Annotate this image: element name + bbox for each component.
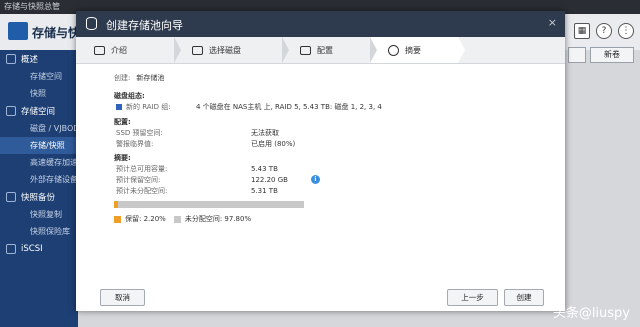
app-logo-icon (8, 22, 28, 40)
est-unallocated-row: 预计未分配空间: 5.31 TB (114, 186, 534, 197)
dialog-title: 创建存储池向导 (106, 19, 183, 32)
sidebar-item-snapshot-vault[interactable]: 快照保险库 (0, 223, 78, 240)
prev-button[interactable]: 上一步 (447, 289, 498, 306)
raid-group-label: 新的 RAID 组: (126, 103, 171, 111)
dialog-header: 创建存储池向导 × (76, 11, 565, 37)
sidebar-section-label: 概述 (21, 55, 39, 65)
step-label: 介绍 (111, 45, 127, 55)
step-intro: 介绍 (76, 37, 181, 63)
est-unallocated-label: 预计未分配空间: (116, 187, 168, 195)
header-icons: ▦ ? ⋮ (574, 23, 634, 39)
est-reserved-value: 122.20 GB (251, 176, 288, 184)
reserved-swatch (114, 215, 121, 223)
more-icon[interactable]: ⋮ (618, 23, 634, 39)
snapshot-icon (6, 192, 16, 202)
storage-icon (6, 106, 16, 116)
disk-icon (192, 45, 203, 55)
alert-value: 已启用 (80%) (251, 140, 296, 148)
sidebar-section-label: 存储空间 (21, 107, 56, 117)
est-reserved-label: 预计保留空间: (116, 176, 161, 184)
new-volume-button[interactable]: 新卷 (590, 47, 634, 63)
sidebar-item-external[interactable]: 外部存储设备 (0, 171, 78, 188)
sidebar-section-label: 快照备份 (21, 193, 56, 203)
sidebar-section-snapshot-backup[interactable]: 快照备份 (0, 188, 78, 206)
create-label: 创建: (114, 74, 131, 82)
storage-pool-icon (86, 17, 97, 30)
est-capacity-row: 预计总可用容量: 5.43 TB (114, 164, 534, 175)
est-capacity-value: 5.43 TB (251, 165, 278, 173)
unallocated-swatch (173, 215, 181, 223)
create-row: 创建: 新存储池 (114, 73, 534, 84)
config-header: 配置: (114, 118, 131, 126)
ssd-row: SSD 预留空间: 无法获取 (114, 128, 534, 139)
step-label: 选择磁盘 (209, 45, 241, 55)
sidebar-section-label: iSCSI (21, 244, 43, 254)
alert-row: 警报临界值: 已启用 (80%) (114, 139, 534, 150)
intro-icon (94, 45, 105, 55)
sidebar-item-disks[interactable]: 磁盘 / VJBOD (0, 120, 78, 137)
unallocated-legend: 未分配空间: 97.80% (184, 215, 252, 223)
create-button[interactable]: 创建 (504, 289, 544, 306)
reserved-legend: 保留: 2.20% (125, 215, 166, 223)
disk-config-header: 磁盘组态: (114, 92, 145, 100)
iscsi-icon (6, 244, 16, 254)
check-icon (388, 44, 399, 56)
sidebar-item-storage-snapshot[interactable]: 存储/快照 (0, 137, 78, 154)
capacity-legend: 保留: 2.20% 未分配空间: 97.80% (114, 214, 534, 224)
watermark: 头条@liuspy (552, 306, 630, 321)
sidebar-item-storage-space[interactable]: 存储空间 (0, 68, 78, 85)
info-icon[interactable]: i (310, 175, 320, 184)
step-label: 配置 (317, 45, 333, 55)
create-pool-wizard-dialog: 创建存储池向导 × 介绍 选择磁盘 配置 摘要 创建: 新存储池 磁盘组态: 新… (76, 11, 565, 311)
sidebar-section-iscsi[interactable]: iSCSI (0, 240, 78, 258)
sidebar-item-snapshot-replica[interactable]: 快照复制 (0, 206, 78, 223)
ssd-value: 无法获取 (251, 129, 279, 137)
cancel-button[interactable]: 取消 (100, 289, 145, 306)
reserved-bar-fill (114, 201, 119, 208)
step-summary: 摘要 (370, 37, 465, 63)
step-select-disk: 选择磁盘 (174, 37, 289, 63)
sidebar: 概述 存储空间 快照 存储空间 磁盘 / VJBOD 存储/快照 高速缓存加速 … (0, 50, 78, 327)
summary-header: 摘要: (114, 154, 131, 162)
raid-group-row: 新的 RAID 组: 4 个磁盘在 NAS主机 上, RAID 5, 5.43 … (114, 102, 534, 113)
raid-swatch (116, 104, 122, 110)
sidebar-section-overview[interactable]: 概述 (0, 50, 78, 68)
help-icon[interactable]: ? (596, 23, 612, 39)
est-unallocated-value: 5.31 TB (251, 187, 278, 195)
wizard-steps: 介绍 选择磁盘 配置 摘要 (76, 37, 565, 64)
create-value: 新存储池 (136, 74, 165, 82)
config-icon (300, 45, 311, 55)
background-button-left[interactable] (568, 47, 586, 63)
sidebar-item-snapshot[interactable]: 快照 (0, 85, 78, 102)
capacity-bar (114, 201, 304, 208)
sidebar-section-storage[interactable]: 存储空间 (0, 102, 78, 120)
est-capacity-label: 预计总可用容量: (116, 165, 168, 173)
raid-group-value: 4 个磁盘在 NAS主机 上, RAID 5, 5.43 TB: 磁盘 1, 2… (196, 103, 382, 111)
step-config: 配置 (282, 37, 377, 63)
est-reserved-row: 预计保留空间: 122.20 GB i (114, 175, 534, 186)
ssd-label: SSD 预留空间: (116, 129, 163, 137)
overview-icon (6, 54, 16, 64)
step-label: 摘要 (405, 45, 421, 55)
grid-icon[interactable]: ▦ (574, 23, 590, 39)
alert-label: 警报临界值: (116, 140, 154, 148)
summary-content: 创建: 新存储池 磁盘组态: 新的 RAID 组: 4 个磁盘在 NAS主机 上… (114, 73, 534, 224)
close-icon[interactable]: × (548, 16, 557, 29)
sidebar-item-cache[interactable]: 高速缓存加速 (0, 154, 78, 171)
